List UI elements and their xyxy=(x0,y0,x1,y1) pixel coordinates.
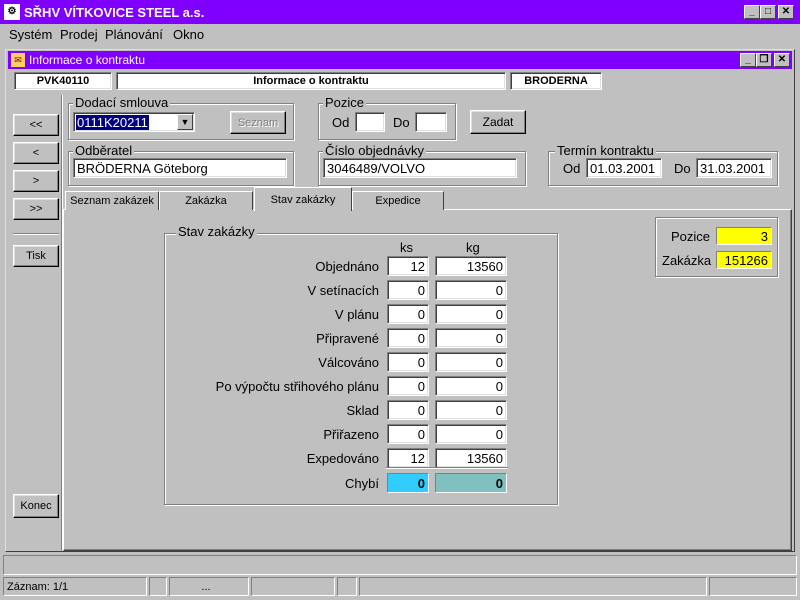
side-order-value: 151266 xyxy=(716,251,772,269)
status-row-kg: 0 xyxy=(435,352,507,372)
delivery-contract-value: 0111K20211 xyxy=(76,115,149,130)
side-position-value: 3 xyxy=(716,227,772,245)
delivery-contract-combo[interactable]: 0111K20211 ▼ xyxy=(73,112,195,132)
status-cell-4 xyxy=(251,577,335,596)
side-order-label: Zakázka xyxy=(662,253,712,268)
status-row-ks: 0 xyxy=(387,280,429,300)
app-title: SŘHV VÍTKOVICE STEEL a.s. xyxy=(24,4,205,20)
status-cell-3: ... xyxy=(169,577,249,596)
last-record-button[interactable]: >> xyxy=(13,198,59,220)
missing-kg-field: 0 xyxy=(435,473,507,493)
status-cell-6 xyxy=(359,577,707,596)
status-row-kg: 13560 xyxy=(435,256,507,276)
side-position-label: Pozice xyxy=(671,229,711,244)
app-minimize-button[interactable]: _ xyxy=(744,5,760,19)
menu-system[interactable]: Systém xyxy=(9,27,52,42)
status-row-ks: 12 xyxy=(387,256,429,276)
menu-sales[interactable]: Prodej xyxy=(60,27,98,42)
app-maximize-button[interactable]: □ xyxy=(760,5,776,19)
menu-planning[interactable]: Plánování xyxy=(105,27,163,42)
missing-label: Chybí xyxy=(345,476,379,491)
status-row-ks: 0 xyxy=(387,376,429,396)
position-label: Pozice xyxy=(323,95,367,110)
term-to-input[interactable]: 31.03.2001 xyxy=(696,158,772,178)
status-row-label: Expedováno xyxy=(306,451,379,466)
first-record-button[interactable]: << xyxy=(13,114,59,136)
status-row-ks: 0 xyxy=(387,352,429,372)
tab-order[interactable]: Zakázka xyxy=(159,191,253,210)
child-minimize-button[interactable]: _ xyxy=(740,53,756,67)
status-row-label: Po výpočtu střihového plánu xyxy=(215,379,379,394)
position-from-label: Od xyxy=(332,115,350,130)
delivery-contract-label: Dodací smlouva xyxy=(73,95,171,110)
customer-input[interactable]: BRÖDERNA Göteborg xyxy=(73,158,287,178)
position-to-input[interactable] xyxy=(415,112,447,132)
child-close-button[interactable]: ✕ xyxy=(774,53,790,67)
status-row-label: V setínacích xyxy=(307,283,379,298)
status-cell-2 xyxy=(149,577,167,596)
status-cell-7 xyxy=(709,577,797,596)
position-from-input[interactable] xyxy=(355,112,385,132)
print-button[interactable]: Tisk xyxy=(13,245,59,267)
toolbar-strip xyxy=(3,555,797,575)
prev-record-button[interactable]: < xyxy=(13,142,59,164)
order-status-title: Stav zakázky xyxy=(176,224,257,239)
status-row-label: V plánu xyxy=(334,307,379,322)
chevron-down-icon[interactable]: ▼ xyxy=(177,114,193,130)
menu-bar: Systém Prodej Plánování Okno xyxy=(0,25,800,45)
close-form-button[interactable]: Konec xyxy=(13,494,59,518)
status-row-ks: 0 xyxy=(387,304,429,324)
child-title: Informace o kontraktu xyxy=(29,53,146,67)
term-to-label: Do xyxy=(674,161,691,176)
order-number-label: Číslo objednávky xyxy=(323,143,426,158)
status-row-ks: 0 xyxy=(387,328,429,348)
status-row-kg: 0 xyxy=(435,304,507,324)
status-row-kg: 0 xyxy=(435,376,507,396)
column-ks-header: ks xyxy=(400,240,413,255)
column-kg-header: kg xyxy=(466,240,480,255)
status-row-kg: 0 xyxy=(435,280,507,300)
status-row-label: Objednáno xyxy=(315,259,379,274)
status-row-kg: 0 xyxy=(435,400,507,420)
position-to-label: Do xyxy=(393,115,410,130)
status-row-label: Sklad xyxy=(346,403,379,418)
status-cell-5 xyxy=(337,577,357,596)
term-from-input[interactable]: 01.03.2001 xyxy=(586,158,662,178)
status-row-label: Válcováno xyxy=(318,355,379,370)
tab-order-list[interactable]: Seznam zakázek xyxy=(65,191,159,210)
status-divider xyxy=(386,467,508,469)
tab-order-status[interactable]: Stav zakázky xyxy=(254,187,352,211)
nav-divider xyxy=(13,233,59,235)
contract-term-label: Termín kontraktu xyxy=(555,143,656,158)
menu-window[interactable]: Okno xyxy=(173,27,204,42)
app-titlebar: ⚙ SŘHV VÍTKOVICE STEEL a.s. xyxy=(0,0,800,24)
app-close-button[interactable]: ✕ xyxy=(778,5,794,19)
status-row-kg: 0 xyxy=(435,424,507,444)
customer-short: BRODERNA xyxy=(510,72,602,90)
status-row-kg: 0 xyxy=(435,328,507,348)
term-from-label: Od xyxy=(563,161,581,176)
status-row-ks: 12 xyxy=(387,448,429,468)
status-row-ks: 0 xyxy=(387,424,429,444)
order-number-input[interactable]: 3046489/VOLVO xyxy=(323,158,517,178)
missing-ks-field: 0 xyxy=(387,473,429,493)
app-icon: ⚙ xyxy=(4,4,20,20)
tab-shipping[interactable]: Expedice xyxy=(352,191,444,210)
form-caption: Informace o kontraktu xyxy=(116,72,506,90)
status-row-kg: 13560 xyxy=(435,448,507,468)
status-row-label: Připravené xyxy=(316,331,379,346)
status-row-ks: 0 xyxy=(387,400,429,420)
window-icon: ✉ xyxy=(11,53,25,67)
list-button[interactable]: Seznam xyxy=(230,111,286,134)
child-restore-button[interactable]: ❐ xyxy=(756,53,772,67)
customer-label: Odběratel xyxy=(73,143,135,158)
enter-button[interactable]: Zadat xyxy=(470,110,526,134)
child-titlebar: ✉ Informace o kontraktu xyxy=(8,51,792,69)
form-code: PVK40110 xyxy=(14,72,112,90)
status-record: Záznam: 1/1 xyxy=(3,577,147,596)
next-record-button[interactable]: > xyxy=(13,170,59,192)
status-row-label: Přiřazeno xyxy=(323,427,379,442)
